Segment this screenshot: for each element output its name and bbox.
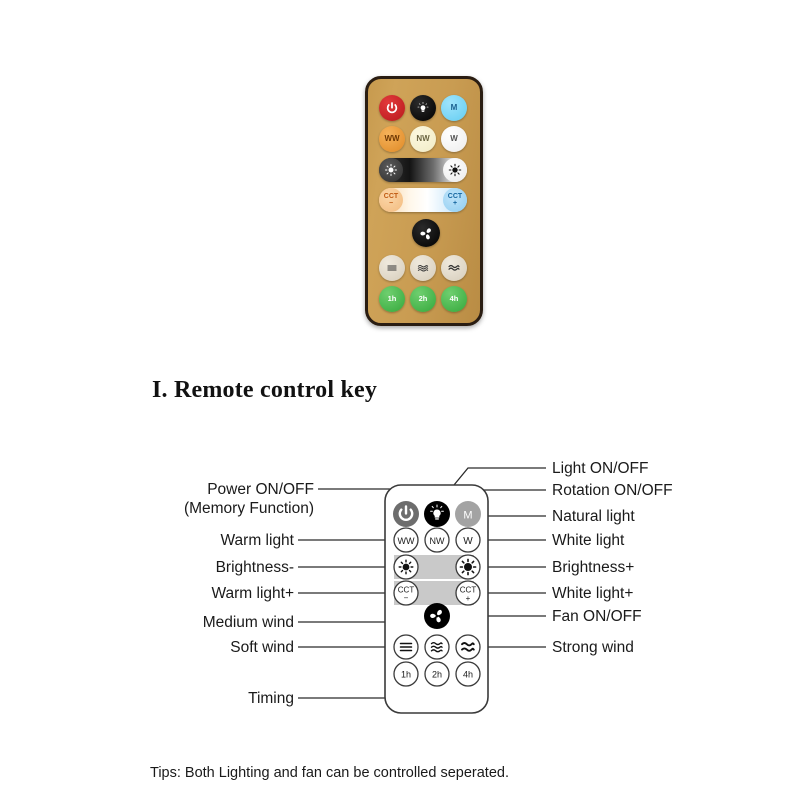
callout-light-onoff: Light ON/OFF (552, 460, 648, 477)
wind-soft-icon (387, 265, 397, 271)
callout-rotation-onoff: Rotation ON/OFF (552, 482, 673, 499)
diagram-memory-label: M (463, 510, 472, 522)
photo-cct-up-button: CCT + (443, 188, 467, 212)
photo-timer-1h-button: 1h (379, 286, 405, 312)
diagram-timer-2h-button: 2h (424, 661, 450, 687)
brightness-low-icon (385, 164, 397, 176)
diagram-natural-white-label: NW (430, 536, 445, 546)
callout-natural-light: Natural light (552, 508, 635, 525)
diagram-cct-up-button: CCT + (455, 580, 481, 606)
diagram-brightness-down-button (393, 554, 419, 580)
callout-white-light: White light (552, 532, 625, 549)
photo-white-button: W (441, 126, 467, 152)
photo-brightness-row (379, 158, 467, 182)
callout-warm-light: Warm light (221, 532, 295, 549)
callout-strong-wind: Strong wind (552, 639, 634, 656)
remote-control-photo: M WW NW W CCT − CCT + 1h 2h 4h (365, 76, 483, 326)
photo-medium-wind-button (410, 255, 436, 281)
photo-white-label: W (450, 134, 458, 143)
photo-cct-down-label: CCT (383, 192, 399, 200)
callout-fan-onoff: Fan ON/OFF (552, 608, 642, 625)
diagram-white-label: W (463, 536, 473, 547)
diagram-timer-4h-label: 4h (463, 670, 473, 680)
diagram-cct-up-sub: + (466, 594, 471, 603)
photo-light-button (410, 95, 436, 121)
bulb-icon (417, 101, 429, 112)
callout-soft-wind: Soft wind (230, 639, 294, 656)
photo-natural-white-button: NW (410, 126, 436, 152)
diagram-natural-white-button: NW (424, 527, 450, 553)
remote-callout-diagram: M WW NW W CCT − CCT + 1h 2h 4h Power ON/… (0, 440, 800, 730)
photo-timer-4h-label: 4h (449, 294, 459, 304)
photo-fan-button (412, 219, 440, 247)
diagram-soft-wind-button (393, 634, 419, 660)
photo-natural-white-label: NW (416, 134, 430, 143)
callout-white-light-plus: White light+ (552, 585, 633, 602)
callout-power-line1: Power ON/OFF (207, 481, 314, 498)
diagram-power-button (393, 501, 419, 527)
photo-warm-white-button: WW (379, 126, 405, 152)
photo-brightness-down-button (379, 158, 403, 182)
callout-medium-wind: Medium wind (203, 614, 294, 631)
diagram-timer-1h-button: 1h (393, 661, 419, 687)
photo-strong-wind-button (441, 255, 467, 281)
brightness-high-icon (448, 163, 462, 177)
callout-brightness-up: Brightness+ (552, 559, 634, 576)
diagram-cct-down-sub: − (404, 594, 409, 603)
callout-power-line2: (Memory Function) (184, 500, 314, 517)
diagram-memory-button: M (455, 501, 481, 527)
photo-timer-1h-label: 1h (387, 294, 397, 304)
photo-warm-white-label: WW (384, 134, 400, 143)
photo-memory-button: M (441, 95, 467, 121)
photo-brightness-up-button (443, 158, 467, 182)
photo-timer-2h-label: 2h (418, 294, 428, 304)
diagram-brightness-up-button (455, 554, 481, 580)
diagram-medium-wind-button (424, 634, 450, 660)
power-icon (386, 102, 398, 114)
diagram-timer-4h-button: 4h (455, 661, 481, 687)
photo-cct-row: CCT − CCT + (379, 188, 467, 212)
diagram-warm-white-button: WW (393, 527, 419, 553)
wind-strong-icon (448, 264, 460, 271)
photo-cct-down-button: CCT − (379, 188, 403, 212)
tips-text: Tips: Both Lighting and fan can be contr… (150, 765, 509, 781)
wind-medium-icon (417, 265, 429, 272)
callout-timing: Timing (248, 690, 294, 707)
diagram-warm-white-label: WW (398, 536, 415, 546)
diagram-white-button: W (455, 527, 481, 553)
diagram-light-button (424, 501, 450, 527)
photo-timer-2h-button: 2h (410, 286, 436, 312)
photo-cct-up-label: CCT (447, 192, 463, 200)
photo-cct-down-sub: − (388, 200, 394, 207)
photo-power-button (379, 95, 405, 121)
page-title: I. Remote control key (152, 377, 378, 403)
photo-cct-up-sub: + (452, 200, 458, 207)
diagram-timer-2h-label: 2h (432, 670, 442, 680)
photo-timer-4h-button: 4h (441, 286, 467, 312)
diagram-fan-button (424, 603, 450, 629)
photo-memory-label: M (450, 103, 458, 112)
photo-soft-wind-button (379, 255, 405, 281)
diagram-cct-down-button: CCT − (393, 580, 419, 606)
callout-warm-light-plus: Warm light+ (211, 585, 294, 602)
diagram-timer-1h-label: 1h (401, 670, 411, 680)
callout-brightness-down: Brightness- (216, 559, 294, 576)
diagram-strong-wind-button (455, 634, 481, 660)
fan-icon (419, 227, 431, 239)
